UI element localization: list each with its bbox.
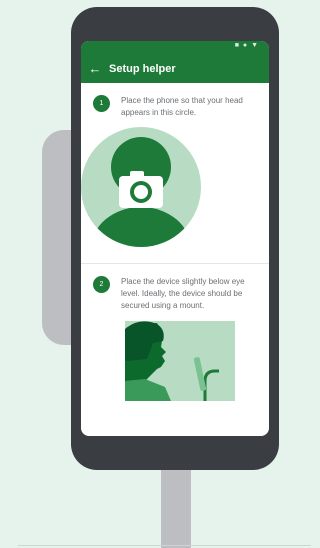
phone-screen: ■ ● ▼ ← Setup helper 1 Place the phone s…: [81, 41, 269, 436]
mount-stand-pole: [161, 465, 191, 548]
step-2: 2 Place the device slightly below eye le…: [81, 264, 269, 312]
step-number-badge: 2: [93, 276, 110, 293]
step-number-badge: 1: [93, 95, 110, 112]
phone-frame: ■ ● ▼ ← Setup helper 1 Place the phone s…: [71, 7, 279, 470]
app-title: Setup helper: [109, 62, 176, 75]
step-1: 1 Place the phone so that your head appe…: [81, 83, 269, 119]
status-bar: ■ ● ▼: [81, 41, 269, 54]
camera-icon: [119, 171, 163, 208]
step-instruction: Place the device slightly below eye leve…: [121, 277, 245, 310]
step-instruction: Place the phone so that your head appear…: [121, 96, 243, 117]
mount-position-illustration: [125, 321, 235, 401]
ground-line: [18, 545, 311, 546]
arrow-back-icon[interactable]: ←: [81, 61, 109, 76]
head-position-illustration: [81, 127, 201, 247]
app-bar: ← Setup helper: [81, 54, 269, 83]
status-icons: ■ ● ▼: [234, 42, 259, 49]
